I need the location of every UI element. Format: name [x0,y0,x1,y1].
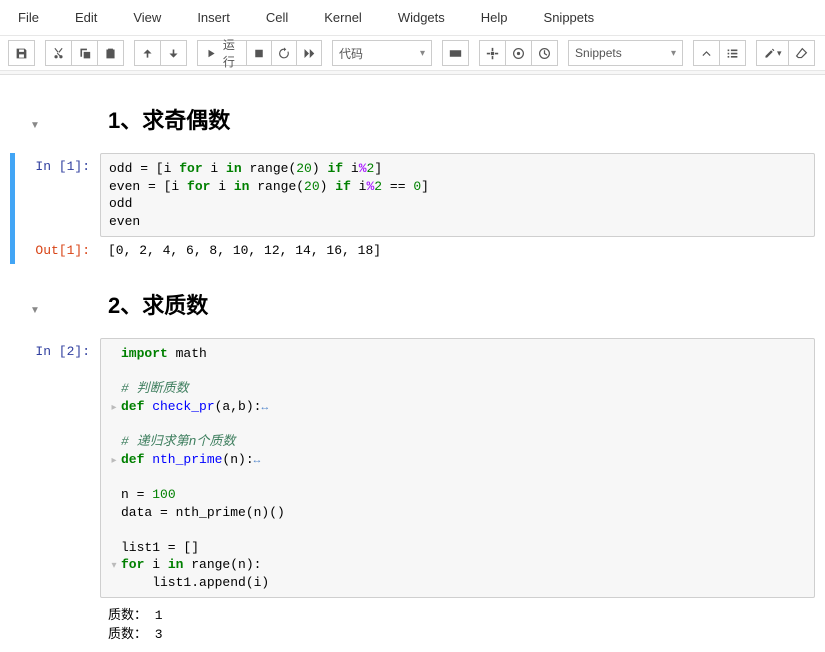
heading-1: 1、求奇偶数 [108,103,230,135]
cut-icon [52,47,65,60]
move-down-button[interactable] [160,40,187,66]
keyboard-icon [449,47,462,60]
collapse-toggle[interactable]: ▼ [30,299,48,316]
copy-icon [78,47,91,60]
fold-gutter[interactable] [109,349,119,363]
highlight-button[interactable]: ▾ [756,40,789,66]
restart-run-button[interactable] [296,40,322,66]
toggle-header-button[interactable] [693,40,720,66]
cell-code-1[interactable]: In [1]: odd = [i for i in range(20) if i… [10,153,815,264]
variable-inspector-button[interactable] [479,40,506,66]
target-icon [512,47,525,60]
output-1: [0, 2, 4, 6, 8, 10, 12, 14, 16, 18] [100,237,815,264]
menu-cell[interactable]: Cell [248,4,306,31]
toc-button[interactable] [719,40,746,66]
marker-icon [763,47,776,60]
code-input-1[interactable]: odd = [i for i in range(20) if i%2] even… [100,153,815,237]
interrupt-button[interactable] [246,40,272,66]
eraser-button[interactable] [788,40,815,66]
toolbar: 运行 代码 Snippets ▾ [0,36,825,71]
celltype-select[interactable]: 代码 [332,40,432,66]
fast-forward-icon [303,47,315,60]
cell-code-2[interactable]: In [2]: import math # 判断质数 ▸def check_pr… [10,338,815,648]
clock-icon [538,47,551,60]
restart-button[interactable] [271,40,297,66]
save-icon [15,47,28,60]
collapse-toggle[interactable]: ▼ [30,114,48,131]
paste-icon [104,47,117,60]
list-icon [726,47,739,60]
fold-arrow-icon[interactable]: ↔ [254,455,261,467]
fold-gutter[interactable]: ▾ [109,560,119,574]
menu-view[interactable]: View [115,4,179,31]
cell-markdown-2[interactable]: ▼ 2、求质数 [10,280,815,334]
copy-button[interactable] [71,40,98,66]
output-2: 质数： 1 质数： 3 [100,598,815,648]
chevron-up-icon [700,47,713,60]
code-input-2[interactable]: import math # 判断质数 ▸def check_pr(a,b):↔ … [100,338,815,598]
fold-gutter[interactable]: ▸ [109,455,119,469]
command-palette-button[interactable] [442,40,469,66]
crosshair-icon [486,47,499,60]
save-button[interactable] [8,40,35,66]
out-prompt-1: Out[1]: [10,237,100,258]
restart-icon [278,47,290,60]
in-prompt-1: In [1]: [10,153,100,174]
arrow-up-icon [141,47,154,60]
menu-kernel[interactable]: Kernel [306,4,380,31]
run-button[interactable]: 运行 [197,40,247,66]
out-prompt-2 [10,598,100,604]
fold-gutter[interactable]: ▸ [109,402,119,416]
menu-file[interactable]: File [0,4,57,31]
menu-help[interactable]: Help [463,4,526,31]
menu-edit[interactable]: Edit [57,4,115,31]
menu-snippets[interactable]: Snippets [526,4,613,31]
play-icon [206,47,216,60]
menubar: File Edit View Insert Cell Kernel Widget… [0,0,825,36]
menu-insert[interactable]: Insert [179,4,248,31]
cell-markdown-1[interactable]: ▼ 1、求奇偶数 [10,95,815,149]
timer-button[interactable] [531,40,558,66]
move-up-button[interactable] [134,40,161,66]
run-label: 运行 [220,36,238,70]
notebook-container: ▼ 1、求奇偶数 In [1]: odd = [i for i in range… [0,75,825,648]
fold-arrow-icon[interactable]: ↔ [261,402,268,414]
paste-button[interactable] [97,40,124,66]
codefolding-button[interactable] [505,40,532,66]
in-prompt-2: In [2]: [10,338,100,359]
arrow-down-icon [167,47,180,60]
menu-widgets[interactable]: Widgets [380,4,463,31]
stop-icon [253,47,265,60]
eraser-icon [795,47,808,60]
heading-2: 2、求质数 [108,288,208,320]
cut-button[interactable] [45,40,72,66]
snippets-select[interactable]: Snippets [568,40,683,66]
